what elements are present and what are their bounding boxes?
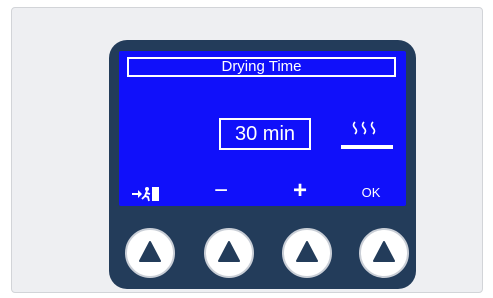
triangle-up-icon [296, 241, 318, 262]
screen-title: Drying Time [127, 57, 396, 77]
triangle-up-icon [218, 241, 240, 262]
panel-frame: Drying Time 30 min − + OK [11, 7, 483, 293]
exit-button[interactable] [125, 228, 175, 278]
drying-time-value: 30 min [219, 118, 311, 150]
heat-waves-icon [341, 121, 393, 149]
ok-softkey-label: OK [361, 185, 381, 200]
triangle-up-icon [373, 241, 395, 262]
triangle-up-icon [139, 241, 161, 262]
lcd-screen: Drying Time 30 min − + OK [119, 51, 406, 206]
control-panel: Drying Time 30 min − + OK [109, 40, 416, 289]
increase-button[interactable] [282, 228, 332, 278]
decrease-button[interactable] [204, 228, 254, 278]
plus-softkey-label: + [292, 177, 307, 204]
exit-icon [132, 187, 159, 202]
ok-button[interactable] [359, 228, 409, 278]
minus-softkey-label: − [213, 177, 228, 204]
